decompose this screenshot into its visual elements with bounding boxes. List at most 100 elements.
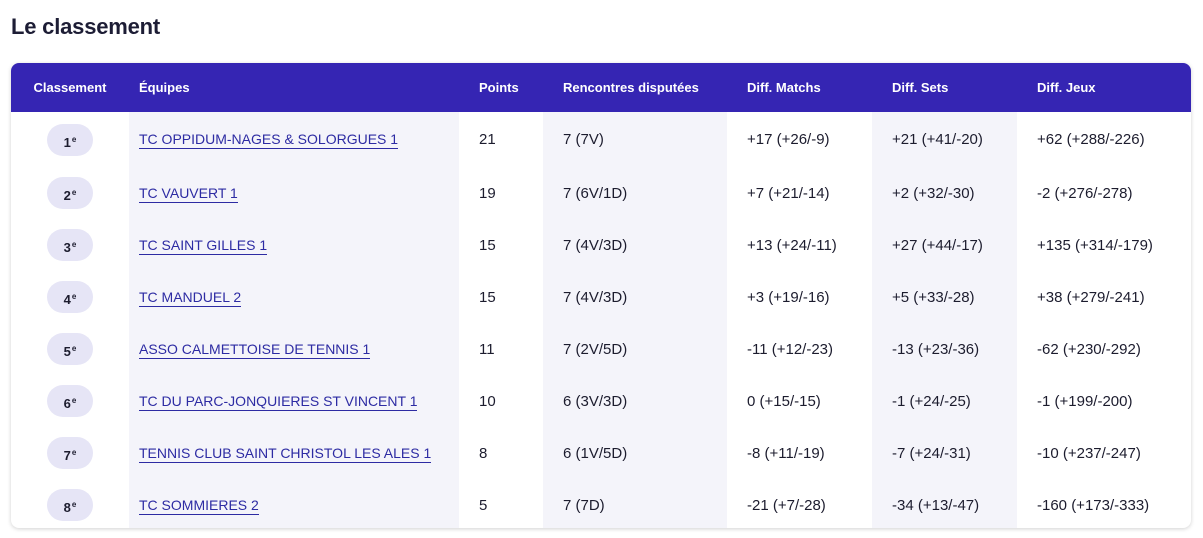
encounters-cell: 7 (6V/1D) [543,167,727,219]
rank-cell: 7e [11,427,129,479]
standings-table-card: Classement Équipes Points Rencontres dis… [11,63,1191,528]
rank-badge: 4e [47,281,93,313]
team-cell: TC SAINT GILLES 1 [129,219,459,271]
header-diff-games: Diff. Jeux [1037,80,1096,95]
encounters-cell: 7 (4V/3D) [543,271,727,323]
table-row: 5e ASSO CALMETTOISE DE TENNIS 1 11 7 (2V… [11,323,1191,375]
team-link[interactable]: TC OPPIDUM-NAGES & SOLORGUES 1 [139,131,399,149]
diff-matches-cell: +17 (+26/-9) [747,131,830,148]
table-body: 1e TC OPPIDUM-NAGES & SOLORGUES 1 21 7 (… [11,112,1191,528]
rank-badge: 7e [47,437,93,469]
rank-number: 4 [63,292,71,307]
table-row: 4e TC MANDUEL 2 15 7 (4V/3D) +3 (+19/-16… [11,271,1191,323]
header-team: Équipes [139,80,190,95]
rank-suffix: e [71,292,77,301]
diff-matches-cell: -21 (+7/-28) [747,496,826,514]
encounters-cell: 7 (4V/3D) [543,219,727,271]
points-cell: 15 [479,236,496,254]
diff-games-cell: -62 (+230/-292) [1037,340,1141,358]
encounters-cell: 6 (3V/3D) [543,375,727,427]
diff-games-cell: +135 (+314/-179) [1037,236,1153,254]
rank-cell: 3e [11,219,129,271]
rank-badge: 3e [47,229,93,261]
table-row: 8e TC SOMMIERES 2 5 7 (7D) -21 (+7/-28) … [11,479,1191,528]
rank-suffix: e [71,448,77,457]
points-cell: 8 [479,444,488,462]
diff-games-cell: -2 (+276/-278) [1037,184,1133,202]
rank-badge: 5e [47,333,93,365]
header-encounters: Rencontres disputées [563,80,699,95]
points-cell: 21 [479,131,496,148]
team-cell: TC SOMMIERES 2 [129,479,459,528]
rank-cell: 2e [11,167,129,219]
team-link[interactable]: TENNIS CLUB SAINT CHRISTOL LES ALES 1 [139,444,432,463]
diff-sets-cell: +5 (+33/-28) [872,271,1017,323]
diff-games-cell: +62 (+288/-226) [1037,131,1145,148]
page-title: Le classement [11,14,161,39]
rank-cell: 1e [11,112,129,167]
encounters-cell: 7 (7V) [543,112,727,167]
header-row: Classement Équipes Points Rencontres dis… [11,63,1191,112]
points-cell: 10 [479,392,496,410]
rank-suffix: e [71,134,77,144]
diff-sets-cell: +21 (+41/-20) [872,112,1017,167]
team-link[interactable]: TC SAINT GILLES 1 [139,236,268,255]
points-cell: 19 [479,184,496,202]
diff-games-cell: -10 (+237/-247) [1037,444,1141,462]
diff-matches-cell: +7 (+21/-14) [747,184,830,202]
diff-sets-cell: -13 (+23/-36) [872,323,1017,375]
rank-number: 1 [63,134,71,150]
rank-cell: 6e [11,375,129,427]
rank-badge: 6e [47,385,93,417]
encounters-cell: 7 (7D) [543,479,727,528]
diff-matches-cell: +13 (+24/-11) [747,236,837,254]
rank-suffix: e [71,500,77,509]
rank-number: 3 [63,240,71,255]
table-row: 1e TC OPPIDUM-NAGES & SOLORGUES 1 21 7 (… [11,112,1191,167]
table-row: 6e TC DU PARC-JONQUIERES ST VINCENT 1 10… [11,375,1191,427]
team-link[interactable]: TC DU PARC-JONQUIERES ST VINCENT 1 [139,392,418,411]
standings-table: Classement Équipes Points Rencontres dis… [11,63,1191,528]
team-link[interactable]: ASSO CALMETTOISE DE TENNIS 1 [139,340,371,359]
points-cell: 15 [479,288,496,306]
points-cell: 5 [479,496,488,514]
team-cell: TENNIS CLUB SAINT CHRISTOL LES ALES 1 [129,427,459,479]
rank-cell: 8e [11,479,129,528]
rank-number: 2 [63,188,71,203]
team-cell: TC VAUVERT 1 [129,167,459,219]
encounters-cell: 6 (1V/5D) [543,427,727,479]
team-cell: TC DU PARC-JONQUIERES ST VINCENT 1 [129,375,459,427]
team-link[interactable]: TC VAUVERT 1 [139,184,238,203]
diff-games-cell: +38 (+279/-241) [1037,288,1145,306]
rank-badge: 2e [47,177,93,209]
diff-matches-cell: +3 (+19/-16) [747,288,830,306]
team-link[interactable]: TC MANDUEL 2 [139,288,242,307]
rank-cell: 4e [11,271,129,323]
table-row: 2e TC VAUVERT 1 19 7 (6V/1D) +7 (+21/-14… [11,167,1191,219]
diff-sets-cell: -7 (+24/-31) [872,427,1017,479]
rank-number: 7 [63,448,71,463]
header-rank: Classement [33,80,107,95]
rank-suffix: e [71,344,77,353]
rank-suffix: e [71,188,77,197]
header-points: Points [479,80,519,95]
rank-badge: 1e [47,123,93,156]
diff-sets-cell: -34 (+13/-47) [872,479,1017,528]
diff-matches-cell: -11 (+12/-23) [747,340,834,358]
team-cell: ASSO CALMETTOISE DE TENNIS 1 [129,323,459,375]
rank-suffix: e [71,396,77,405]
team-link[interactable]: TC SOMMIERES 2 [139,496,259,515]
diff-games-cell: -160 (+173/-333) [1037,496,1150,514]
diff-matches-cell: -8 (+11/-19) [747,444,825,462]
diff-sets-cell: -1 (+24/-25) [872,375,1017,427]
rank-number: 5 [63,344,71,359]
diff-sets-cell: +27 (+44/-17) [872,219,1017,271]
team-cell: TC MANDUEL 2 [129,271,459,323]
rank-cell: 5e [11,323,129,375]
rank-number: 8 [63,500,71,515]
diff-sets-cell: +2 (+32/-30) [872,167,1017,219]
header-diff-sets: Diff. Sets [892,80,949,95]
rank-number: 6 [63,396,71,411]
rank-suffix: e [71,240,77,249]
points-cell: 11 [479,340,495,358]
